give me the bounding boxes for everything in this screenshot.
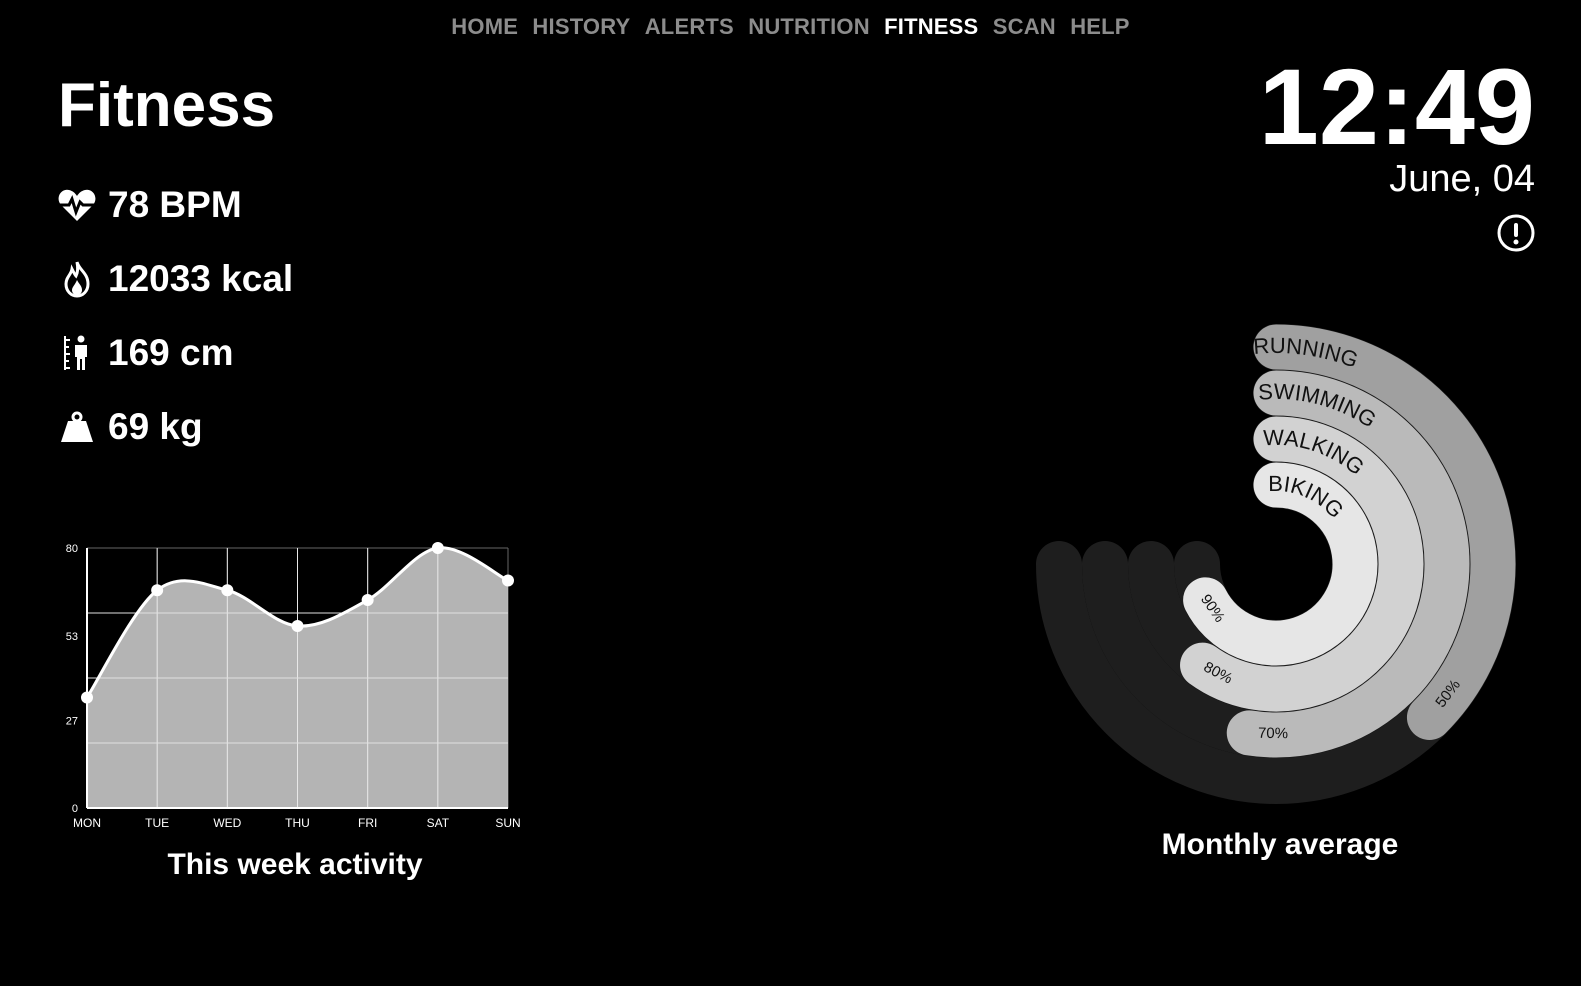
weekly-activity-chart: MON TUE WED THU FRI SAT SUN 0 27 53 80 — [55, 538, 535, 838]
height-value: 169 cm — [108, 332, 234, 373]
nav-alerts[interactable]: ALERTS — [645, 14, 734, 39]
x-tick-label: THU — [285, 816, 310, 830]
y-tick-label: 53 — [66, 631, 78, 643]
flame-icon — [58, 260, 96, 298]
nav-history[interactable]: HISTORY — [532, 14, 630, 39]
calories-stat: 12033 kcal — [58, 258, 293, 300]
alert-icon[interactable] — [1497, 214, 1535, 252]
x-tick-label: WED — [213, 816, 241, 830]
data-point-thu — [291, 620, 304, 632]
nav-fitness[interactable]: FITNESS — [884, 14, 978, 39]
weekly-chart-title: This week activity — [167, 848, 423, 881]
heart-rate-value: 78 BPM — [108, 184, 242, 225]
clock-time: 12:49 — [1258, 46, 1535, 167]
clock-date: June, 04 — [1389, 158, 1535, 200]
weight-value: 69 kg — [108, 406, 203, 447]
weight-stat: 69 kg — [58, 406, 203, 448]
x-tick-label: SUN — [495, 816, 520, 830]
monthly-average-chart: RUNNING 50% SWIMMING 70% WALKING 80% BIKING 90% — [1028, 314, 1528, 814]
calories-value: 12033 kcal — [108, 258, 294, 299]
ring-percent-swimming: 70% — [1258, 725, 1288, 743]
x-tick-label: SAT — [427, 816, 450, 830]
data-point-wed — [221, 584, 234, 597]
heartbeat-icon — [58, 186, 96, 224]
height-ruler-icon — [58, 334, 96, 372]
data-point-fri — [361, 594, 374, 606]
height-stat: 169 cm — [58, 332, 234, 374]
nav-help[interactable]: HELP — [1070, 14, 1129, 39]
nav-nutrition[interactable]: NUTRITION — [748, 14, 870, 39]
data-point-sat — [431, 542, 444, 554]
page-title: Fitness — [58, 71, 276, 140]
data-point-tue — [151, 584, 164, 597]
x-tick-label: TUE — [145, 816, 169, 830]
nav-home[interactable]: HOME — [451, 14, 518, 39]
heart-rate-stat: 78 BPM — [58, 184, 242, 226]
y-tick-label: 27 — [66, 715, 78, 727]
monthly-chart-title: Monthly average — [1161, 828, 1399, 861]
x-tick-label: MON — [73, 816, 101, 830]
data-point-sun — [502, 574, 514, 587]
weekly-activity-svg: MON TUE WED THU FRI SAT SUN 0 27 53 80 — [66, 542, 521, 830]
top-nav: HOME HISTORY ALERTS NUTRITION FITNESS SC… — [0, 14, 1581, 40]
monthly-average-svg: RUNNING50%SWIMMING70%WALKING80%BIKING90% — [1036, 324, 1516, 804]
y-tick-label: 0 — [72, 803, 78, 815]
nav-scan[interactable]: SCAN — [993, 14, 1056, 39]
y-tick-label: 80 — [66, 543, 78, 555]
weight-icon — [58, 408, 96, 446]
x-tick-label: FRI — [358, 816, 377, 830]
data-point-mon — [81, 691, 93, 704]
